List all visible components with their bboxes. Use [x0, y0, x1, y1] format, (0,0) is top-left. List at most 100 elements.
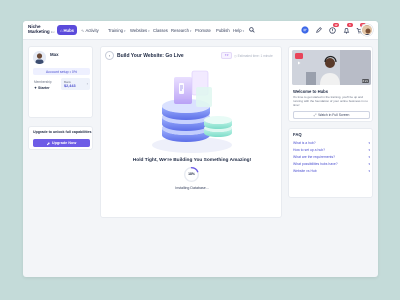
- upgrade-text: Upgrade to unlock full capabilities: [33, 130, 92, 134]
- nav-websites-label: Websites: [130, 28, 148, 33]
- notifications-button[interactable]: 5: [341, 23, 353, 35]
- nav-training[interactable]: Training▾: [108, 28, 126, 33]
- profile-avatar[interactable]: [33, 51, 46, 64]
- nav-training-label: Training: [108, 28, 123, 33]
- search-icon: [249, 27, 255, 33]
- fullscreen-icon: ⤢: [313, 113, 317, 117]
- nav-promote-label: Promote: [195, 28, 211, 33]
- server-illustration: [152, 70, 232, 153]
- nav-websites[interactable]: Websites▾: [130, 28, 150, 33]
- alerts-button[interactable]: 12: [327, 23, 339, 35]
- alert-icon: [328, 26, 336, 34]
- faq-item[interactable]: What is a hub? ▾: [293, 141, 370, 145]
- upgrade-card: Upgrade to unlock full capabilities ⬈ Up…: [28, 126, 93, 150]
- membership-icon: ✦: [34, 86, 38, 90]
- faq-question: What possibilities hubs have?: [293, 162, 338, 166]
- faq-item[interactable]: What are the requirements? ▾: [293, 155, 370, 159]
- faq-card: FAQ What is a hub? ▾ How to set up a hub?…: [288, 128, 373, 198]
- watch-fullscreen-label: Watch in Full Screen: [318, 113, 350, 117]
- watch-fullscreen-button[interactable]: ⤢ Watch in Full Screen: [293, 111, 370, 119]
- faq-question: How to set up a hub?: [293, 148, 326, 152]
- chat-button[interactable]: [300, 25, 310, 35]
- activity-link[interactable]: ∿ Activity: [81, 28, 99, 33]
- avatar-image: [362, 26, 372, 35]
- faq-question: What is a hub?: [293, 141, 316, 145]
- top-navbar: Niche MarketingInc ⌂ Hubs ∿ Activity Tra…: [23, 21, 378, 40]
- chevron-down-icon: ▾: [368, 148, 370, 152]
- nav-help-label: Help: [233, 28, 242, 33]
- faq-item[interactable]: What possibilities hubs have? ▾: [293, 162, 370, 166]
- estimated-time: ◷ Estimated time: 1 minute: [234, 53, 273, 58]
- app-window: Niche MarketingInc ⌂ Hubs ∿ Activity Tra…: [23, 21, 378, 277]
- building-message: Hold Tight, We're Building You Something…: [132, 158, 252, 163]
- logo[interactable]: Niche MarketingInc: [28, 24, 55, 35]
- chevron-down-icon: ▾: [189, 29, 192, 33]
- chevron-down-icon: ▾: [368, 169, 370, 173]
- nav-publish[interactable]: Publish: [216, 28, 230, 33]
- activity-label: Activity: [85, 28, 99, 33]
- nav-research-label: Research: [171, 28, 189, 33]
- faq-title: FAQ: [293, 132, 302, 137]
- account-setup-button[interactable]: Account setup • 0%: [33, 68, 90, 75]
- membership-label: Membership: [34, 80, 52, 84]
- alerts-badge: 12: [333, 23, 339, 27]
- activity-icon: ∿: [81, 28, 85, 33]
- chevron-down-icon: ▾: [368, 141, 370, 145]
- balance-value: $2,443: [64, 84, 76, 88]
- back-button[interactable]: ‹: [105, 51, 114, 60]
- build-website-card: ‹ Build Your Website: Go Live ✦▾ ◷ Estim…: [100, 46, 282, 218]
- page-title: Build Your Website: Go Live: [117, 52, 184, 59]
- upgrade-now-button[interactable]: ⬈ Upgrade Now: [33, 139, 90, 147]
- nav-promote[interactable]: Promote: [195, 28, 211, 33]
- welcome-video-card: 8:21 Welcome to Hubs It's time to get st…: [288, 46, 373, 122]
- pencil-icon: [316, 27, 322, 33]
- video-description: It's time to get started in the training…: [293, 95, 368, 107]
- faq-item[interactable]: How to set up a hub? ▾: [293, 148, 370, 152]
- faq-item[interactable]: Website vs Hub ▾: [293, 169, 370, 173]
- hubs-button[interactable]: ⌂ Hubs: [57, 25, 77, 35]
- options-toggle[interactable]: ✦▾: [221, 51, 232, 59]
- video-image: [292, 50, 371, 85]
- nav-classes-label: Classes: [153, 28, 168, 33]
- home-icon: ⌂: [60, 27, 63, 33]
- bell-icon: [343, 27, 349, 34]
- profile-card: Max Account setup • 0% Membership ✦ Star…: [28, 46, 93, 118]
- chevron-down-icon: ▾: [242, 29, 245, 33]
- arrow-left-icon: ‹: [108, 53, 111, 58]
- faq-question: What are the requirements?: [293, 155, 336, 159]
- balance-label: Bank: [64, 79, 71, 84]
- chevron-down-icon: ▾: [368, 162, 370, 166]
- progress-label: 18%: [188, 172, 195, 176]
- user-avatar[interactable]: [361, 24, 373, 36]
- estimated-time-text: Estimated time: 1 minute: [237, 53, 273, 58]
- youtube-play-icon[interactable]: [295, 53, 303, 65]
- video-duration: 8:21: [361, 79, 369, 83]
- rocket-icon: ⬈: [46, 141, 50, 146]
- logo-line2: Marketing: [28, 29, 50, 35]
- profile-name: Max: [50, 52, 59, 57]
- nav-classes[interactable]: Classes: [153, 28, 168, 33]
- chat-icon: [301, 26, 309, 34]
- chevron-right-icon: ›: [86, 81, 88, 86]
- nav-publish-label: Publish: [216, 28, 230, 33]
- edit-button[interactable]: [314, 25, 324, 35]
- chevron-down-icon: ▾: [148, 29, 150, 33]
- hubs-label: Hubs: [63, 27, 74, 33]
- balance-box[interactable]: Bank $2,443 ›: [61, 78, 90, 90]
- video-title: Welcome to Hubs: [293, 89, 329, 94]
- logo-sup: Inc: [50, 30, 55, 35]
- membership-value: ✦ Starter: [34, 86, 50, 90]
- install-status: Installing Database...: [175, 186, 209, 190]
- chevron-down-icon: ▾: [368, 155, 370, 159]
- upgrade-button-label: Upgrade Now: [51, 141, 77, 145]
- faq-question: Website vs Hub: [293, 169, 317, 173]
- sparkle-icon: ✦▾: [224, 53, 229, 57]
- nav-research[interactable]: Research▾: [171, 28, 191, 33]
- video-thumbnail[interactable]: 8:21: [292, 50, 371, 85]
- notifications-badge: 5: [347, 23, 353, 27]
- avatar-image: [33, 51, 46, 64]
- search-button[interactable]: [247, 25, 257, 35]
- nav-help[interactable]: Help▾: [233, 28, 244, 33]
- membership-text: Starter: [38, 86, 50, 90]
- chevron-down-icon: ▾: [123, 29, 126, 33]
